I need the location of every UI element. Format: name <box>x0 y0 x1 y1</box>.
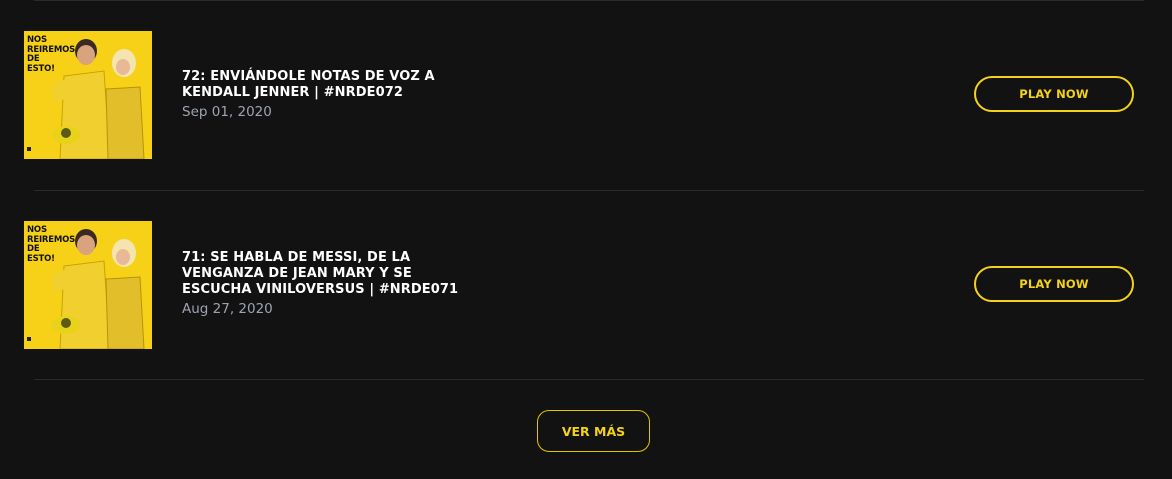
episode-title[interactable]: 72: ENVIÁNDOLE NOTAS DE VOZ A KENDALL JE… <box>182 69 482 101</box>
episode-title[interactable]: 71: SE HABLA DE MESSI, DE LA VENGANZA DE… <box>182 250 482 298</box>
episode-cover-image[interactable]: NOS REIREMOS DE ESTO! <box>24 31 152 159</box>
episode-cover-image[interactable]: NOS REIREMOS DE ESTO! <box>24 221 152 349</box>
divider <box>34 379 1144 380</box>
divider <box>34 190 1144 191</box>
episode-item: NOS REIREMOS DE ESTO! 71: SE HABLA DE ME… <box>0 221 1172 351</box>
divider-top <box>34 0 1144 1</box>
episode-date: Aug 27, 2020 <box>182 301 273 317</box>
cover-title-text: NOS REIREMOS DE ESTO! <box>27 225 76 264</box>
episode-item: NOS REIREMOS DE ESTO! 72: ENVIÁNDOLE NOT… <box>0 31 1172 161</box>
cover-title-text: NOS REIREMOS DE ESTO! <box>27 35 76 74</box>
ver-mas-button[interactable]: VER MÁS <box>537 410 650 452</box>
play-now-button[interactable]: PLAY NOW <box>974 266 1134 302</box>
episode-info: 71: SE HABLA DE MESSI, DE LA VENGANZA DE… <box>182 250 482 319</box>
episode-info: 72: ENVIÁNDOLE NOTAS DE VOZ A KENDALL JE… <box>182 69 482 122</box>
play-now-button[interactable]: PLAY NOW <box>974 76 1134 112</box>
episode-date: Sep 01, 2020 <box>182 104 272 120</box>
